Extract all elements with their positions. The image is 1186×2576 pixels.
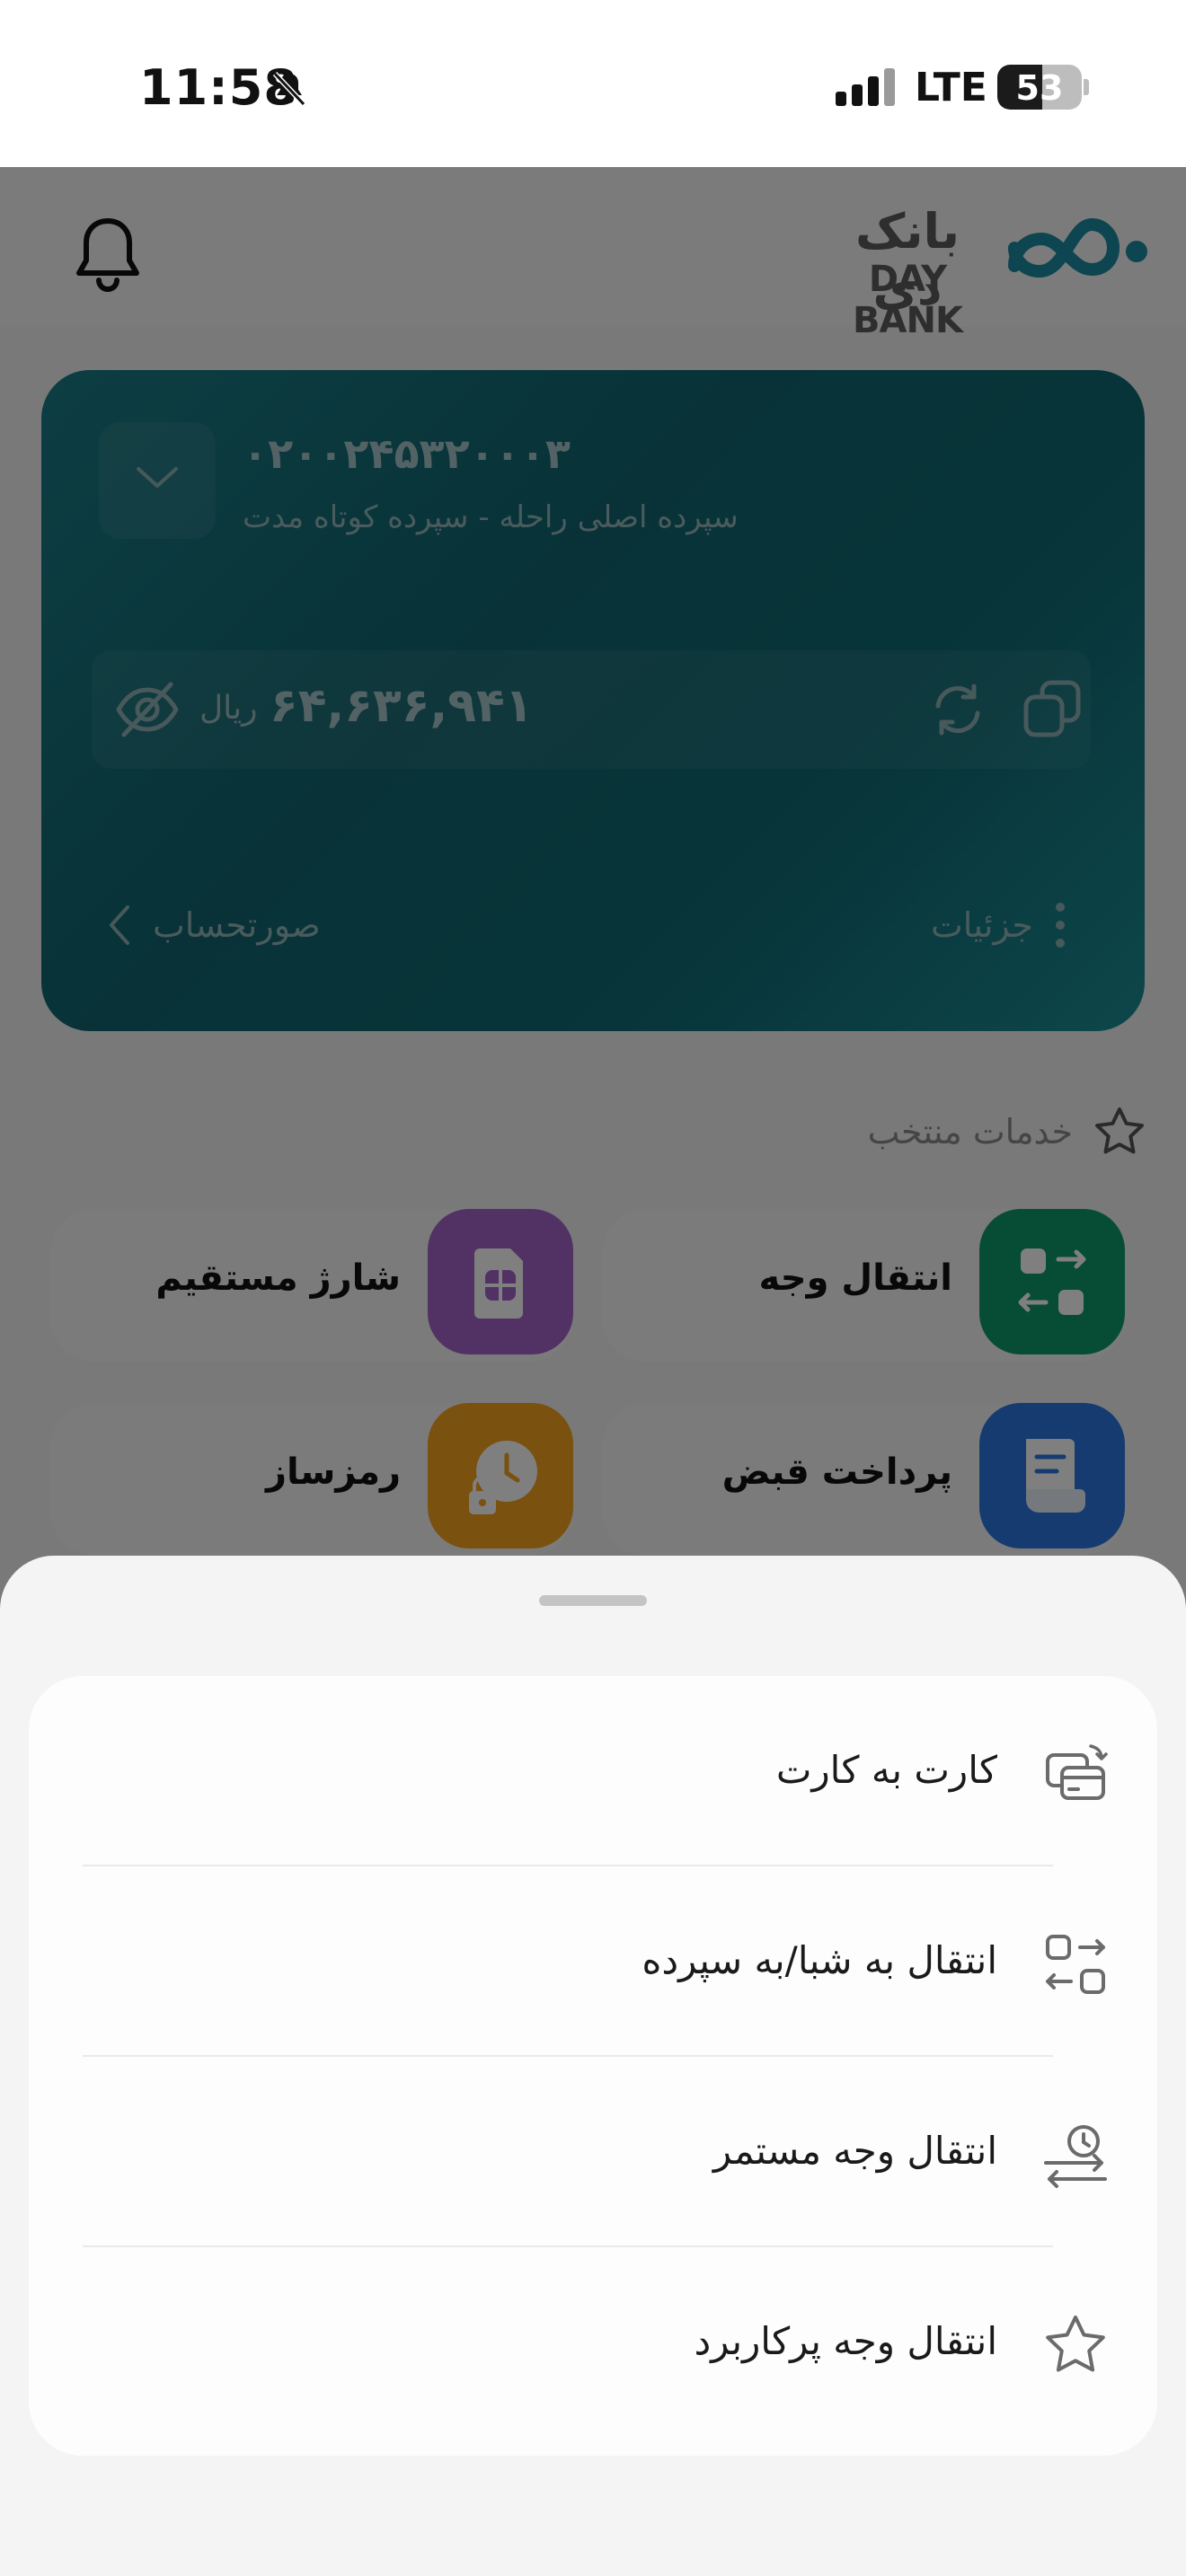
transfer-options-list: کارت به کارت انتقال به شبا/به سپرده انتق…: [29, 1676, 1157, 2456]
menu-item-label: انتقال وجه مستمر: [712, 2129, 997, 2173]
battery-tip: [1084, 79, 1089, 95]
menu-item-frequent-transfer[interactable]: انتقال وجه پرکاربرد: [29, 2247, 1157, 2436]
status-bar: 11:58 LTE 53: [0, 0, 1186, 167]
scheduled-transfer-icon: [1044, 2125, 1107, 2188]
signal-icon: [836, 68, 895, 106]
menu-item-label: انتقال به شبا/به سپرده: [642, 1938, 997, 1982]
menu-item-card-to-card[interactable]: کارت به کارت: [29, 1676, 1157, 1865]
menu-item-label: کارت به کارت: [775, 1748, 997, 1792]
transfer-bottom-sheet: کارت به کارت انتقال به شبا/به سپرده انتق…: [0, 1556, 1186, 2576]
battery-percent: 53: [1015, 68, 1064, 108]
card-transfer-icon: [1046, 1744, 1108, 1800]
network-type: LTE: [915, 65, 987, 110]
menu-item-sheba-transfer[interactable]: انتقال به شبا/به سپرده: [29, 1866, 1157, 2055]
battery-icon: 53: [997, 65, 1082, 110]
star-icon: [1046, 2316, 1105, 2372]
sheet-drag-handle[interactable]: [539, 1595, 647, 1606]
menu-item-label: انتقال وجه پرکاربرد: [694, 2319, 997, 2363]
menu-item-recurring-transfer[interactable]: انتقال وجه مستمر: [29, 2057, 1157, 2245]
bell-muted-icon: [272, 71, 306, 107]
transfer-arrows-icon: [1046, 1935, 1105, 1994]
